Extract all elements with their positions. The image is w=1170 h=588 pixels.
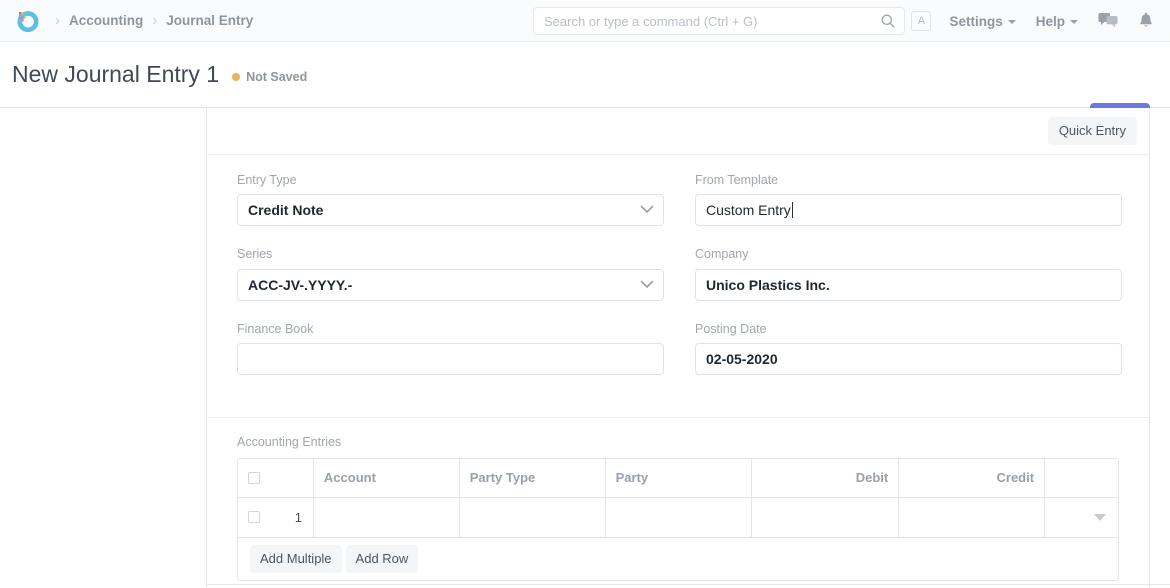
help-menu[interactable]: Help bbox=[1036, 14, 1078, 29]
chevron-right-icon: › bbox=[55, 12, 60, 29]
header-cell-party[interactable]: Party bbox=[605, 458, 753, 497]
main-content: Quick Entry Entry Type Credit Note From … bbox=[207, 108, 1170, 588]
field-label-series: Series bbox=[237, 247, 273, 262]
header-cell-debit[interactable]: Debit bbox=[752, 458, 900, 497]
breadcrumb: › Accounting › Journal Entry bbox=[46, 13, 253, 28]
quick-entry-button[interactable]: Quick Entry bbox=[1047, 117, 1137, 145]
status-badge-label: Not Saved bbox=[246, 69, 308, 84]
status-badge: Not Saved bbox=[232, 70, 307, 84]
finance-book-input[interactable] bbox=[237, 342, 664, 375]
avatar[interactable]: A bbox=[911, 11, 932, 31]
accounting-entries-label: Accounting Entries bbox=[237, 434, 342, 449]
chevron-right-icon: › bbox=[152, 12, 158, 29]
company-input[interactable]: Unico Plastics Inc. bbox=[695, 268, 1122, 301]
accounting-entries-grid: Account Party Type Party Debit Credit 1 bbox=[237, 457, 1119, 581]
search-input[interactable] bbox=[533, 7, 905, 35]
form-fields-section: Entry Type Credit Note From Template Cus… bbox=[207, 155, 1149, 418]
chevron-down-icon bbox=[1007, 20, 1016, 24]
row-cell-expand[interactable] bbox=[1045, 498, 1118, 537]
search-container bbox=[533, 7, 905, 35]
from-template-input[interactable]: Custom Entry bbox=[695, 194, 1122, 227]
select-all-checkbox[interactable] bbox=[248, 471, 260, 484]
chevron-down-icon bbox=[1070, 20, 1078, 24]
header-cell-credit[interactable]: Credit bbox=[899, 458, 1046, 497]
form-toolbar: Quick Entry bbox=[207, 108, 1149, 155]
form-card: Quick Entry Entry Type Credit Note From … bbox=[207, 108, 1150, 588]
header-cell-account[interactable]: Account bbox=[313, 458, 460, 497]
entry-type-select[interactable]: Credit Note bbox=[237, 194, 664, 227]
page-bottom-divider bbox=[207, 584, 1170, 585]
row-index: 1 bbox=[294, 509, 302, 525]
row-cell-account[interactable] bbox=[314, 497, 460, 537]
status-dot-icon bbox=[232, 72, 241, 81]
row-cell-select: 1 bbox=[238, 497, 314, 537]
header-cell-party-type[interactable]: Party Type bbox=[459, 458, 606, 497]
accounting-entries-section: Accounting Entries Account Party Type Pa… bbox=[207, 418, 1149, 588]
field-label-finance-book: Finance Book bbox=[237, 321, 314, 336]
add-row-button[interactable]: Add Row bbox=[345, 544, 419, 573]
navbar-right-actions: A Settings Help bbox=[911, 0, 1156, 42]
left-sidebar bbox=[0, 108, 207, 588]
expand-row-icon[interactable] bbox=[1094, 513, 1106, 521]
row-checkbox[interactable] bbox=[248, 511, 260, 524]
top-navbar: › Accounting › Journal Entry A Settings … bbox=[0, 0, 1170, 42]
header-cell-expand bbox=[1045, 458, 1118, 497]
help-menu-label: Help bbox=[1035, 13, 1065, 29]
table-row[interactable]: 1 bbox=[238, 497, 1118, 537]
grid-footer: Add Multiple Add Row bbox=[238, 536, 1118, 580]
field-entry-type: Entry Type Credit Note bbox=[237, 172, 664, 227]
chat-bubbles-icon[interactable] bbox=[1098, 12, 1118, 30]
header-cell-select bbox=[238, 458, 314, 497]
page-title: New Journal Entry 1 bbox=[12, 61, 220, 87]
field-label-company: Company bbox=[695, 247, 749, 262]
field-finance-book: Finance Book bbox=[237, 321, 664, 375]
settings-menu[interactable]: Settings bbox=[949, 13, 1016, 29]
field-company: Company Unico Plastics Inc. bbox=[695, 246, 1122, 301]
page-header: New Journal Entry 1 Not Saved Save bbox=[0, 42, 1170, 132]
text-cursor bbox=[791, 202, 793, 219]
field-posting-date: Posting Date 02-05-2020 bbox=[695, 321, 1122, 395]
field-label-entry-type: Entry Type bbox=[237, 173, 297, 187]
add-multiple-button[interactable]: Add Multiple bbox=[250, 544, 342, 573]
breadcrumb-item-accounting[interactable]: Accounting bbox=[69, 13, 143, 28]
frappe-logo-icon[interactable] bbox=[14, 8, 40, 34]
row-cell-party-type[interactable] bbox=[460, 497, 606, 537]
series-select[interactable]: ACC-JV-.YYYY.- bbox=[237, 268, 664, 301]
field-series: Series ACC-JV-.YYYY.- bbox=[237, 246, 664, 301]
bell-icon[interactable] bbox=[1138, 12, 1154, 30]
settings-menu-label: Settings bbox=[949, 13, 1003, 29]
breadcrumb-item-journal-entry[interactable]: Journal Entry bbox=[166, 13, 253, 28]
field-label-from-template: From Template bbox=[695, 173, 779, 187]
row-cell-party[interactable] bbox=[606, 497, 753, 537]
row-cell-credit[interactable] bbox=[899, 497, 1046, 537]
field-label-posting-date: Posting Date bbox=[695, 321, 767, 336]
row-cell-debit[interactable] bbox=[752, 497, 900, 537]
page-body: Quick Entry Entry Type Credit Note From … bbox=[0, 108, 1170, 588]
from-template-value: Custom Entry bbox=[706, 202, 791, 219]
posting-date-input[interactable]: 02-05-2020 bbox=[695, 342, 1122, 375]
table-header-row: Account Party Type Party Debit Credit bbox=[238, 458, 1118, 498]
field-from-template: From Template Custom Entry bbox=[695, 172, 1122, 227]
